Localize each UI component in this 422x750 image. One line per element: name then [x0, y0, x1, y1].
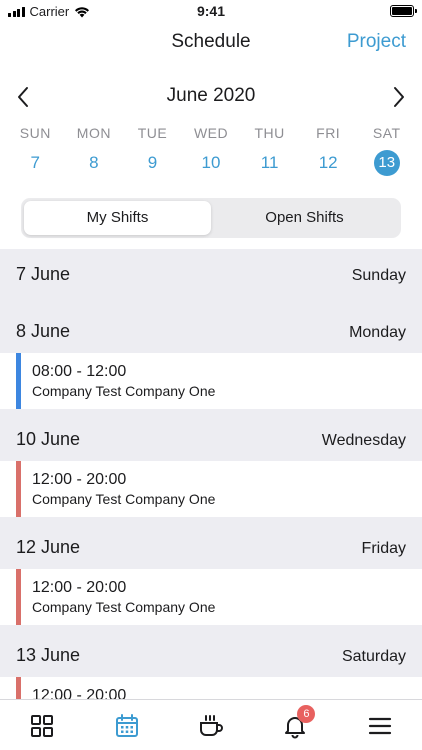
section-weekday: Saturday [341, 648, 406, 665]
status-bar: Carrier 9:41 [0, 0, 422, 22]
coffee-cup-icon [200, 715, 223, 736]
status-time: 9:41 [196, 3, 226, 19]
shift-row[interactable]: 12:00 - 20:00 Company Test Company One [0, 569, 422, 625]
shift-list: 7 June Sunday 8 June Monday 08:00 - 12:00 Com… [0, 249, 422, 699]
tab-dashboard[interactable] [0, 700, 84, 750]
grid-icon [31, 715, 54, 737]
shift-color-bar [16, 461, 21, 517]
shift-time: 12:00 - 20:00 [32, 471, 127, 488]
day-name-label: MON [76, 125, 111, 141]
project-button[interactable]: Project [347, 31, 406, 53]
tab-menu[interactable] [338, 700, 422, 750]
tab-bar: 6 [0, 699, 422, 750]
menu-icon [368, 717, 391, 735]
tab-breaks[interactable] [169, 700, 253, 750]
day-name-label: SUN [19, 125, 51, 141]
shift-row[interactable]: 12:00 - 20:00 Company Test Company One [0, 461, 422, 517]
day-section-header: 8 June Monday [0, 301, 422, 353]
day-number[interactable]: 8 [81, 150, 107, 176]
month-label: June 2020 [166, 85, 256, 106]
shift-time: 08:00 - 12:00 [32, 363, 127, 380]
section-weekday: Sunday [351, 267, 406, 284]
notification-badge: 6 [297, 705, 316, 723]
day-section-header: 10 June Wednesday [0, 409, 422, 461]
week-strip: SUN 7 MON 8 TUE 9 WED 10 THU 11 FRI 12 SAT 13 [6, 125, 416, 176]
day-sun[interactable]: SUN 7 [6, 125, 65, 176]
shift-time: 12:00 - 20:00 [32, 579, 127, 596]
section-date: 13 June [16, 645, 81, 665]
day-name-label: WED [193, 125, 229, 141]
shift-type-segmented-control: My Shifts Open Shifts [21, 198, 401, 238]
day-name-label: TUE [137, 125, 168, 141]
chevron-right-icon[interactable] [392, 86, 406, 108]
shift-row[interactable]: 12:00 - 20:00Company Test Company One [0, 677, 422, 699]
day-number[interactable]: 12 [315, 150, 341, 176]
section-date: 10 June [16, 429, 81, 449]
month-selector: June 2020 [0, 84, 422, 110]
shift-time: 12:00 - 20:00 [32, 687, 127, 699]
tab-notifications[interactable]: 6 [253, 700, 337, 750]
day-thu[interactable]: THU 11 [240, 125, 299, 176]
day-section-header: 12 June Friday [0, 517, 422, 569]
day-number[interactable]: 9 [139, 150, 165, 176]
day-section-header: 7 June Sunday [0, 249, 422, 301]
shift-color-bar [16, 353, 21, 409]
day-mon[interactable]: MON 8 [65, 125, 124, 176]
day-section-header: 13 June Saturday [0, 625, 422, 677]
battery-icon [390, 5, 417, 17]
calendar-icon [115, 714, 138, 737]
section-weekday: Friday [361, 540, 406, 557]
shift-color-bar [16, 569, 21, 625]
section-date: 12 June [16, 537, 81, 557]
day-name-label: FRI [316, 125, 341, 141]
shift-company: Company Test Company One [32, 383, 216, 399]
day-fri[interactable]: FRI 12 [299, 125, 358, 176]
day-wed[interactable]: WED 10 [182, 125, 241, 176]
day-number[interactable]: 11 [257, 150, 283, 176]
shift-company: Company Test Company One [32, 491, 216, 507]
day-tue[interactable]: TUE 9 [123, 125, 182, 176]
tab-schedule[interactable] [84, 700, 168, 750]
section-date: 8 June [16, 321, 71, 341]
day-number[interactable]: 13 [373, 150, 400, 176]
segment-my-shifts[interactable]: My Shifts [24, 201, 211, 235]
day-name-label: THU [254, 125, 285, 141]
day-number[interactable]: 7 [22, 150, 48, 176]
shift-color-bar [16, 677, 21, 699]
section-weekday: Monday [349, 324, 406, 341]
section-date: 7 June [16, 264, 71, 284]
shift-company: Company Test Company One [32, 599, 216, 615]
segment-open-shifts[interactable]: Open Shifts [211, 201, 398, 235]
section-weekday: Wednesday [321, 432, 406, 449]
shift-row[interactable]: 08:00 - 12:00 Company Test Company One [0, 353, 422, 409]
day-sat[interactable]: SAT 13 [357, 125, 416, 176]
day-number[interactable]: 10 [198, 150, 224, 176]
day-name-label: SAT [372, 125, 401, 141]
